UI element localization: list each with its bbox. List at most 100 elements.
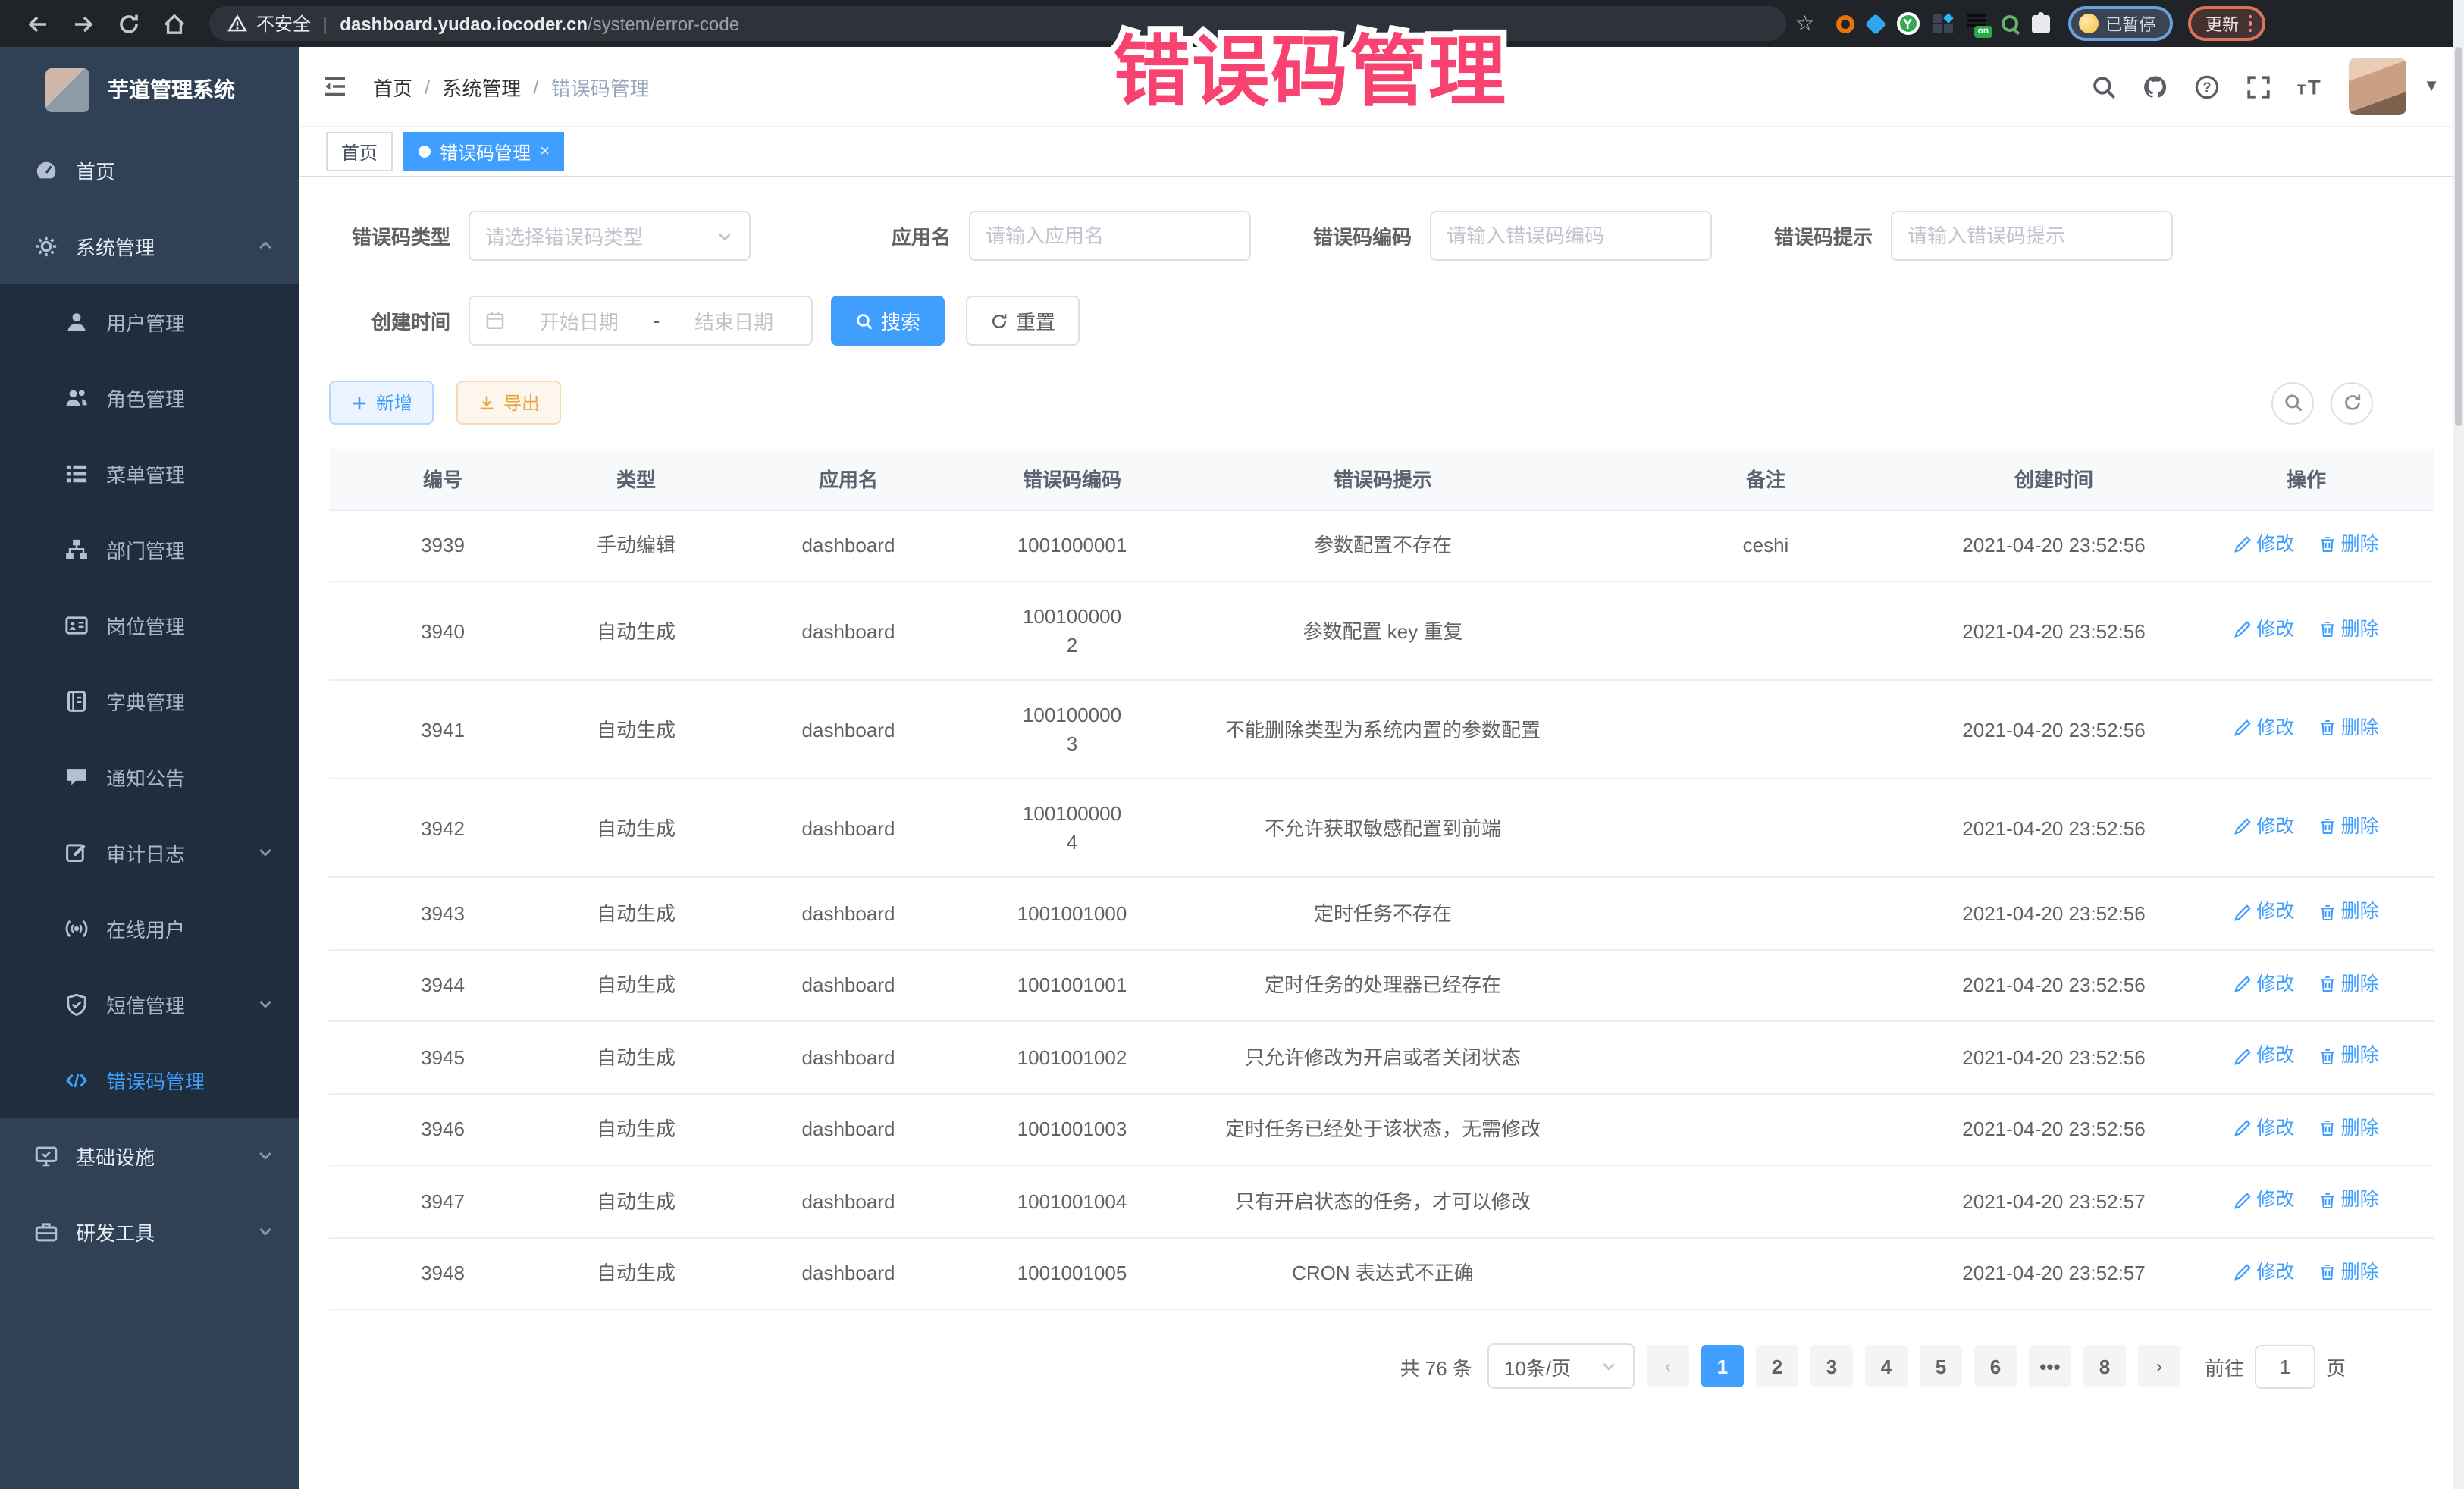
browser-update-button[interactable]: 更新: [2187, 6, 2265, 41]
sidebar-item[interactable]: 在线用户: [0, 890, 299, 966]
export-button[interactable]: 导出: [456, 381, 561, 425]
extension-blue-gem-icon[interactable]: [1864, 13, 1886, 34]
sidebar-item[interactable]: 角色管理: [0, 359, 299, 435]
add-button[interactable]: 新增: [329, 381, 434, 425]
extensions-puzzle-icon[interactable]: [2031, 14, 2049, 33]
edit-link[interactable]: 修改: [2234, 1258, 2294, 1287]
delete-link[interactable]: 删除: [2318, 530, 2379, 559]
edit-link[interactable]: 修改: [2234, 1186, 2294, 1215]
error-code-input[interactable]: [1447, 224, 1695, 247]
cell-code: 1001001001: [981, 949, 1163, 1021]
paused-extension-badge[interactable]: 已暂停: [2067, 6, 2172, 41]
error-hint-input[interactable]: [1908, 224, 2156, 247]
sidebar-item[interactable]: 用户管理: [0, 284, 299, 359]
edit-link[interactable]: 修改: [2234, 530, 2294, 559]
delete-link[interactable]: 删除: [2318, 813, 2379, 842]
browser-forward-icon[interactable]: [71, 11, 96, 36]
page-number-button[interactable]: 1: [1701, 1345, 1744, 1387]
hamburger-icon[interactable]: [321, 74, 349, 99]
app-name-input[interactable]: [986, 224, 1234, 247]
sidebar-item[interactable]: 岗位管理: [0, 587, 299, 663]
refresh-table-button[interactable]: [2331, 381, 2373, 424]
extension-orange-ring-icon[interactable]: [1835, 14, 1854, 33]
next-page-button[interactable]: ›: [2138, 1345, 2180, 1387]
user-avatar[interactable]: [2349, 58, 2406, 115]
help-icon[interactable]: [2194, 74, 2220, 99]
prev-page-button[interactable]: ‹: [1647, 1345, 1689, 1387]
tag-view[interactable]: 错误码管理 ×: [403, 132, 565, 171]
error-type-select[interactable]: 请选择错误码类型: [469, 211, 751, 261]
cell-code: 1001001002: [981, 1021, 1163, 1093]
scrollbar-thumb[interactable]: [2455, 47, 2462, 426]
sidebar-item[interactable]: 字典管理: [0, 663, 299, 738]
page-number-button[interactable]: •••: [2029, 1345, 2071, 1387]
browser-back-icon[interactable]: [26, 11, 50, 36]
extension-list-icon[interactable]: on: [1966, 14, 1987, 33]
logo-row[interactable]: 芋道管理系统: [0, 47, 299, 132]
breadcrumb-item[interactable]: 首页: [373, 72, 412, 101]
extension-green-magnifier-icon[interactable]: [2001, 15, 2017, 32]
page-number-button[interactable]: 2: [1756, 1345, 1798, 1387]
fullscreen-icon[interactable]: [2246, 74, 2271, 99]
select-caret-icon: [716, 227, 734, 245]
address-bar[interactable]: 不安全 | dashboard.yudao.iocoder.cn/system/…: [209, 6, 1786, 41]
sidebar-item[interactable]: 短信管理: [0, 966, 299, 1042]
github-icon[interactable]: [2143, 74, 2168, 99]
date-range-picker[interactable]: 开始日期 - 结束日期: [469, 296, 813, 346]
extension-green-circle-icon[interactable]: Y: [1896, 12, 1919, 35]
tag-close-icon[interactable]: ×: [540, 143, 550, 161]
delete-link[interactable]: 删除: [2318, 1186, 2379, 1215]
cell-app: dashboard: [716, 1021, 981, 1093]
breadcrumb-item[interactable]: 系统管理: [442, 72, 521, 101]
breadcrumb-item[interactable]: 错误码管理: [551, 72, 650, 101]
edit-link[interactable]: 修改: [2234, 813, 2294, 842]
search-icon[interactable]: [2091, 74, 2117, 99]
font-size-icon[interactable]: [2297, 74, 2323, 99]
delete-link[interactable]: 删除: [2318, 898, 2379, 926]
edit-link[interactable]: 修改: [2234, 1042, 2294, 1071]
delete-link[interactable]: 删除: [2318, 1114, 2379, 1143]
extension-grid-icon[interactable]: [1933, 14, 1952, 33]
edit-link[interactable]: 修改: [2234, 714, 2294, 743]
end-date-placeholder[interactable]: 结束日期: [672, 306, 796, 335]
browser-menu-icon[interactable]: [2248, 15, 2252, 33]
sidebar-item[interactable]: 部门管理: [0, 511, 299, 587]
sidebar-item[interactable]: 错误码管理: [0, 1042, 299, 1118]
delete-link[interactable]: 删除: [2318, 616, 2379, 644]
sidebar-item[interactable]: 基础设施: [0, 1118, 299, 1193]
goto-page-input[interactable]: [2255, 1344, 2315, 1388]
page-number-button[interactable]: 5: [1920, 1345, 1962, 1387]
sidebar: 芋道管理系统 首页 系统管理: [0, 47, 299, 1489]
sidebar-item[interactable]: 系统管理: [0, 208, 299, 284]
start-date-placeholder[interactable]: 开始日期: [517, 306, 641, 335]
delete-link[interactable]: 删除: [2318, 1042, 2379, 1071]
toggle-search-button[interactable]: [2271, 381, 2314, 424]
sidebar-item[interactable]: 通知公告: [0, 738, 299, 814]
tag-view[interactable]: 首页: [326, 132, 393, 171]
not-secure-label[interactable]: 不安全: [256, 11, 311, 36]
bookmark-star-icon[interactable]: ☆: [1795, 11, 1814, 36]
edit-link[interactable]: 修改: [2234, 898, 2294, 926]
avatar-caret-icon[interactable]: ▼: [2423, 77, 2440, 96]
sidebar-item[interactable]: 首页: [0, 132, 299, 208]
browser-reload-icon[interactable]: [117, 11, 141, 36]
sidebar-item-icon: [65, 538, 88, 560]
window-scrollbar[interactable]: [2453, 0, 2464, 1489]
page-number-button[interactable]: 8: [2083, 1345, 2126, 1387]
reset-button[interactable]: 重置: [966, 296, 1080, 346]
page-number-button[interactable]: 6: [1974, 1345, 2017, 1387]
page-number-button[interactable]: 3: [1810, 1345, 1853, 1387]
delete-link[interactable]: 删除: [2318, 970, 2379, 998]
delete-link[interactable]: 删除: [2318, 714, 2379, 743]
edit-link[interactable]: 修改: [2234, 1114, 2294, 1143]
edit-link[interactable]: 修改: [2234, 616, 2294, 644]
delete-link[interactable]: 删除: [2318, 1258, 2379, 1287]
sidebar-item[interactable]: 菜单管理: [0, 435, 299, 511]
browser-home-icon[interactable]: [162, 11, 187, 36]
page-size-select[interactable]: 10条/页: [1487, 1343, 1635, 1389]
edit-link[interactable]: 修改: [2234, 970, 2294, 998]
search-button[interactable]: 搜索: [831, 296, 945, 346]
sidebar-item[interactable]: 审计日志: [0, 814, 299, 890]
page-number-button[interactable]: 4: [1865, 1345, 1908, 1387]
sidebar-item[interactable]: 研发工具: [0, 1193, 299, 1269]
